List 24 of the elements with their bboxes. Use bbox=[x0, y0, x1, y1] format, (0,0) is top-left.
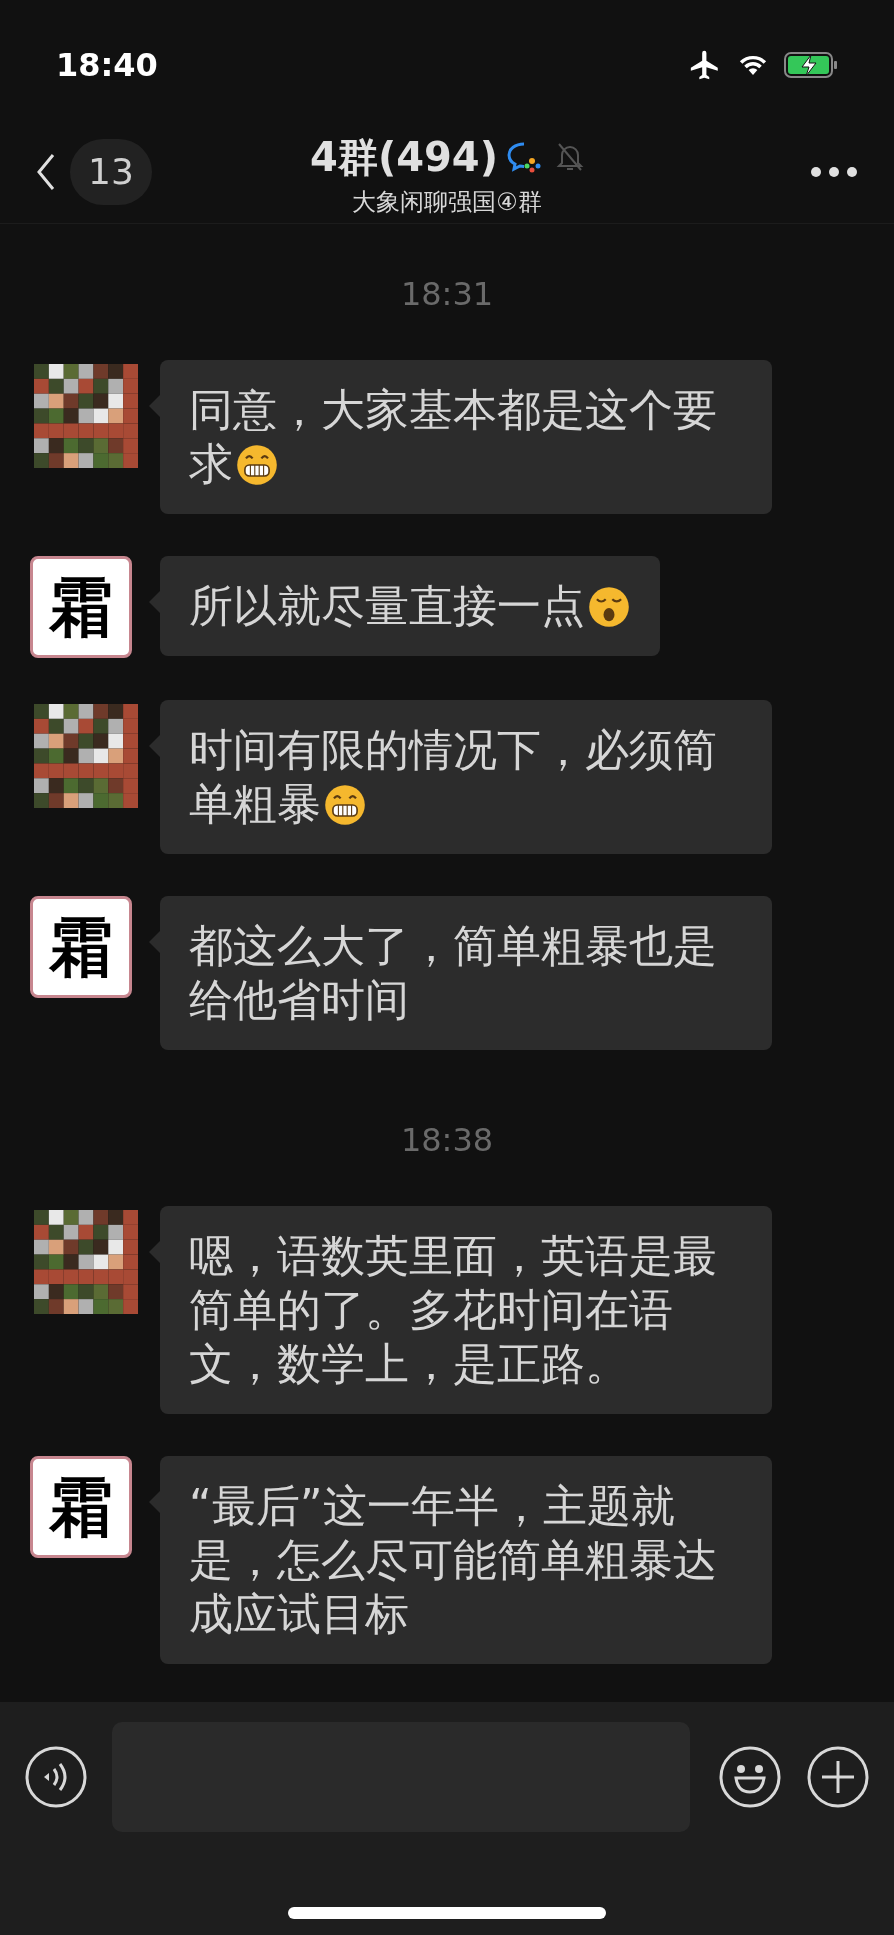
emoji-icon[interactable] bbox=[718, 1745, 782, 1809]
message-bubble[interactable]: “最后”这一年半，主题就是，怎么尽可能简单粗暴达成应试目标 bbox=[160, 1456, 772, 1664]
grinning-face-icon bbox=[323, 783, 367, 827]
timestamp: 18:38 bbox=[400, 1120, 494, 1161]
more-icon[interactable] bbox=[810, 165, 858, 178]
avatar[interactable]: 霜 bbox=[30, 896, 132, 998]
unread-count-badge: 13 bbox=[70, 138, 152, 205]
message-bubble[interactable]: 都这么大了，简单粗暴也是给他省时间 bbox=[160, 896, 772, 1050]
chat-title: 4群(494) bbox=[310, 132, 498, 182]
message-bubble[interactable]: 时间有限的情况下，必须简单粗暴 bbox=[160, 700, 772, 854]
status-time: 18:40 bbox=[56, 45, 158, 86]
add-icon[interactable] bbox=[806, 1745, 870, 1809]
back-icon[interactable] bbox=[36, 151, 56, 192]
avatar[interactable]: 霜 bbox=[30, 556, 132, 658]
message-bubble[interactable]: 所以就尽量直接一点 bbox=[160, 556, 660, 656]
message-bubble[interactable]: 同意，大家基本都是这个要求 bbox=[160, 360, 772, 514]
sleepy-face-icon bbox=[587, 585, 631, 629]
avatar[interactable]: 霜 bbox=[30, 1456, 132, 1558]
chat-bubble-icon bbox=[505, 140, 542, 173]
chat-subtitle: 大象闲聊强国④群 bbox=[352, 186, 542, 217]
grinning-face-icon bbox=[235, 443, 279, 487]
voice-icon[interactable] bbox=[24, 1745, 88, 1809]
timestamp: 18:31 bbox=[400, 274, 494, 315]
message-bubble[interactable]: 嗯，语数英里面，英语是最简单的了。多花时间在语文，数学上，是正路。 bbox=[160, 1206, 772, 1414]
